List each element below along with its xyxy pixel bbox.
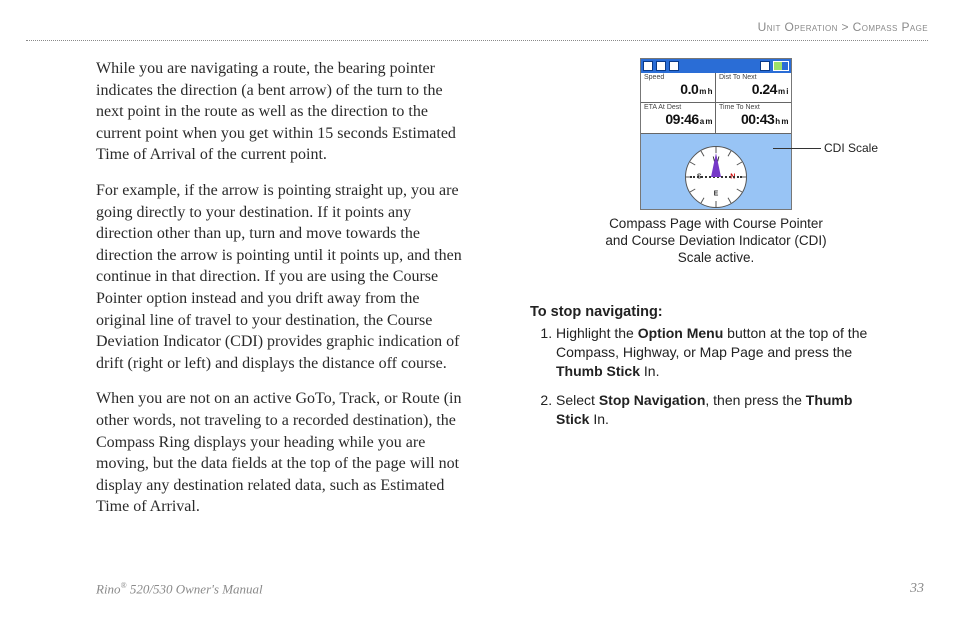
instructions-list: Highlight the Option Menu button at the … <box>530 324 880 428</box>
field-speed: Speed 0.0m h <box>641 73 716 103</box>
compass-tick <box>701 151 705 157</box>
header-divider <box>26 40 928 41</box>
compass-tick <box>690 162 696 166</box>
body-text-column: While you are navigating a route, the be… <box>96 58 468 532</box>
callout-leader-line <box>773 148 821 149</box>
course-pointer-needle <box>711 153 721 177</box>
breadcrumb-page: Compass Page <box>853 20 928 34</box>
manual-page: Unit Operation > Compass Page While you … <box>0 0 954 621</box>
field-eta-value: 09:46a m <box>644 112 712 126</box>
field-time-label: Time To Next <box>719 104 788 111</box>
paragraph-2: For example, if the arrow is pointing st… <box>96 180 468 374</box>
compass-tick <box>728 151 732 157</box>
compass-tick <box>690 189 696 193</box>
paragraph-1: While you are navigating a route, the be… <box>96 58 468 166</box>
field-time-to-next: Time To Next 00:43h m <box>716 103 791 133</box>
footer-page-number: 33 <box>910 581 924 597</box>
compass-tick <box>701 198 705 204</box>
instructions-block: To stop navigating: Highlight the Option… <box>530 304 880 438</box>
field-time-value: 00:43h m <box>719 112 788 126</box>
tool-icon-2 <box>669 61 679 71</box>
field-dist-value: 0.24m i <box>719 82 788 96</box>
breadcrumb-section: Unit Operation <box>758 20 838 34</box>
compass-page-screenshot: Speed 0.0m h Dist To Next 0.24m i ETA At… <box>640 58 792 210</box>
field-dist-to-next: Dist To Next 0.24m i <box>716 73 791 103</box>
data-fields-grid: Speed 0.0m h Dist To Next 0.24m i ETA At… <box>641 73 791 134</box>
field-dist-label: Dist To Next <box>719 74 788 81</box>
tool-icon-1 <box>656 61 666 71</box>
field-speed-label: Speed <box>644 74 712 81</box>
instruction-step-1: Highlight the Option Menu button at the … <box>556 324 880 381</box>
paragraph-3: When you are not on an active GoTo, Trac… <box>96 388 468 518</box>
signal-icon <box>760 61 770 71</box>
field-eta-at-dest: ETA At Dest 09:46a m <box>641 103 716 133</box>
cardinal-e: E <box>711 190 721 197</box>
footer-product-name: Rino® 520/530 Owner's Manual <box>96 581 263 597</box>
instructions-heading: To stop navigating: <box>530 304 880 320</box>
callout-cdi-scale: CDI Scale <box>824 141 878 155</box>
device-title-bar <box>641 59 791 73</box>
field-eta-label: ETA At Dest <box>644 104 712 111</box>
compass-dial: N S E W <box>685 146 747 208</box>
compass-tick <box>737 189 743 193</box>
breadcrumb-sep: > <box>838 20 853 34</box>
field-speed-value: 0.0m h <box>644 82 712 96</box>
menu-icon <box>643 61 653 71</box>
figure-caption: Compass Page with Course Pointer and Cou… <box>600 216 832 267</box>
instruction-step-2: Select Stop Navigation, then press the T… <box>556 391 880 429</box>
compass-tick <box>728 198 732 204</box>
compass-tick <box>737 162 743 166</box>
breadcrumb: Unit Operation > Compass Page <box>758 20 928 34</box>
compass-ring-area: N S E W <box>641 145 791 209</box>
battery-icon <box>773 61 789 71</box>
compass-tick <box>716 201 717 207</box>
